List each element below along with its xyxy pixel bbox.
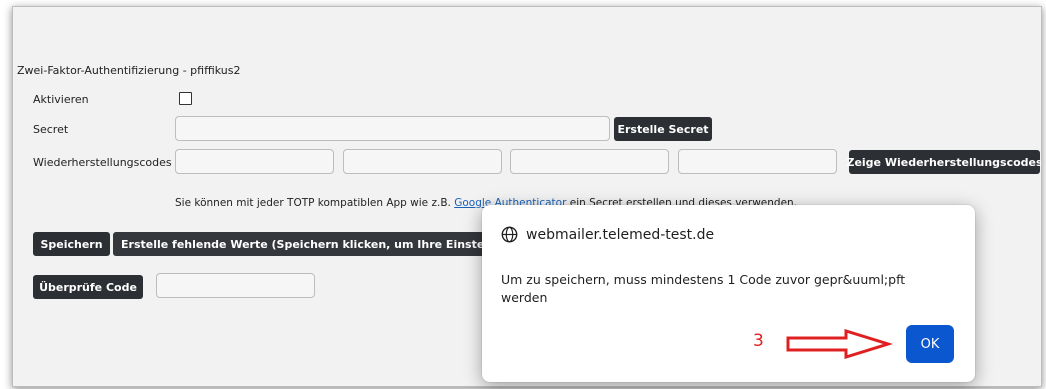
page-title: Zwei-Faktor-Authentifizierung - pfiffiku…: [17, 64, 241, 77]
save-button[interactable]: Speichern: [33, 232, 110, 256]
check-code-input[interactable]: [156, 273, 315, 298]
create-missing-values-button[interactable]: Erstelle fehlende Werte (Speichern klick…: [113, 232, 513, 256]
recovery-code-input-2[interactable]: [343, 149, 502, 174]
check-code-button[interactable]: Überprüfe Code: [33, 275, 143, 299]
dialog-message: Um zu speichern, muss mindestens 1 Code …: [501, 272, 906, 305]
recovery-codes-label: Wiederherstellungscodes: [33, 156, 172, 169]
recovery-code-input-3[interactable]: [510, 149, 669, 174]
ok-button[interactable]: OK: [906, 325, 954, 363]
info-text-prefix: Sie können mit jeder TOTP kompatiblen Ap…: [175, 197, 455, 209]
step-number-annotation: 3: [753, 331, 764, 351]
dialog-origin: webmailer.telemed-test.de: [501, 226, 714, 243]
create-secret-button[interactable]: Erstelle Secret: [614, 117, 712, 141]
dialog-origin-text: webmailer.telemed-test.de: [526, 226, 715, 243]
activate-checkbox[interactable]: [179, 92, 192, 105]
globe-icon: [501, 226, 518, 243]
show-recovery-codes-button[interactable]: Zeige Wiederherstellungscodes: [846, 150, 1041, 174]
secret-label: Secret: [33, 123, 69, 136]
recovery-code-input-4[interactable]: [678, 149, 837, 174]
red-arrow-annotation-icon: [786, 329, 894, 359]
alert-dialog: webmailer.telemed-test.de Um zu speicher…: [482, 205, 975, 382]
secret-input[interactable]: [175, 116, 610, 141]
recovery-code-input-1[interactable]: [175, 149, 334, 174]
activate-label: Aktivieren: [33, 93, 89, 106]
